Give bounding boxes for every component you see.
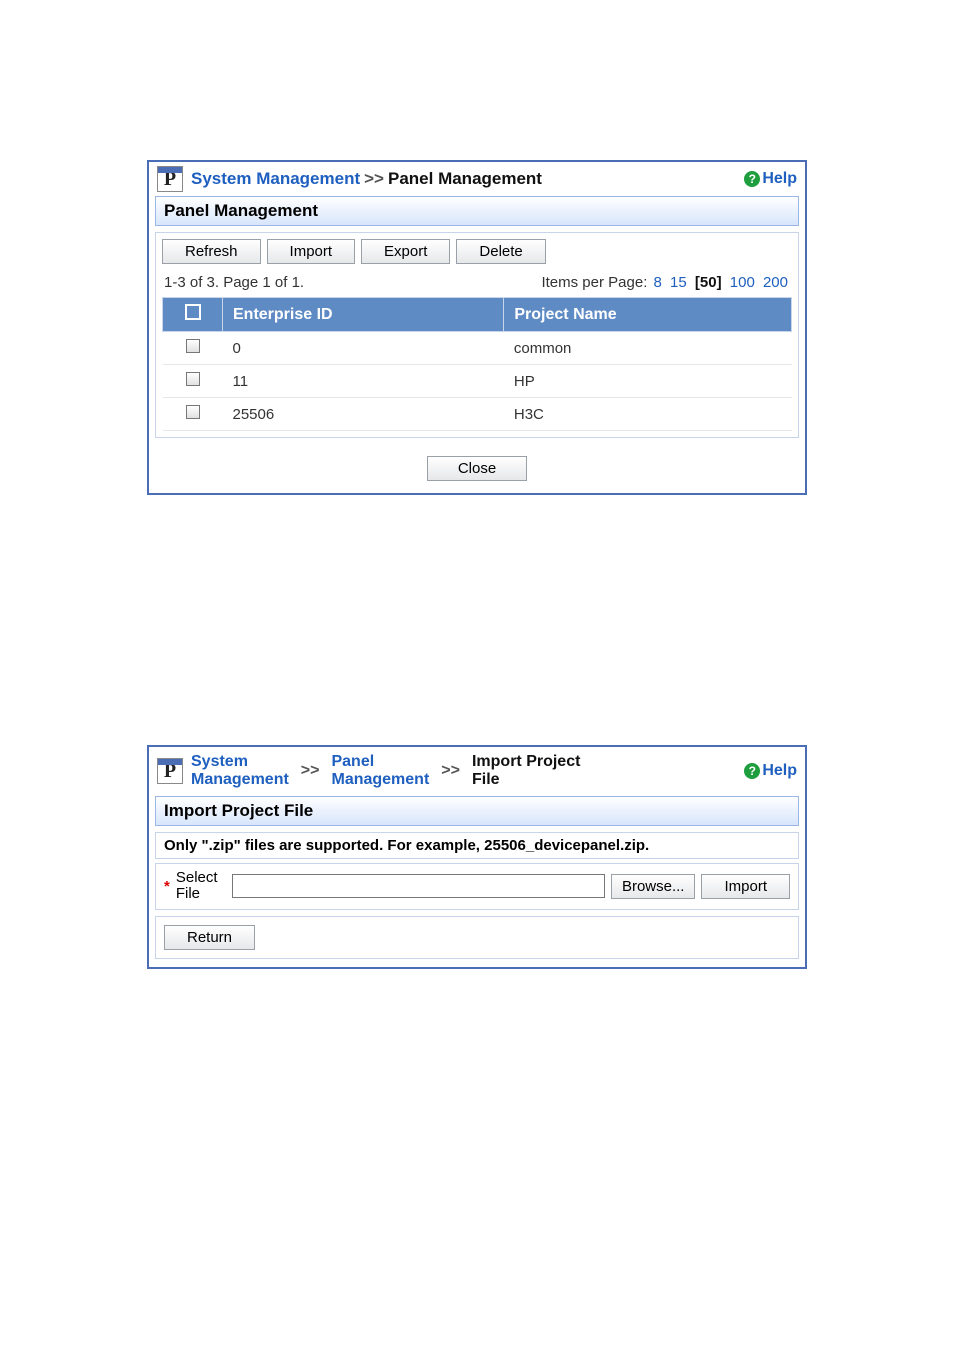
select-file-label: Select File — [176, 870, 226, 903]
ipp-option-200[interactable]: 200 — [763, 274, 788, 291]
header-enterprise-id[interactable]: Enterprise ID — [223, 298, 504, 332]
file-path-input[interactable] — [232, 874, 605, 898]
refresh-button[interactable]: Refresh — [162, 239, 261, 264]
delete-button[interactable]: Delete — [456, 239, 545, 264]
header-checkbox[interactable] — [163, 298, 223, 332]
pagination-row: 1-3 of 3. Page 1 of 1. Items per Page: 8… — [162, 272, 792, 297]
panel-management-window: P System Management >> Panel Management … — [147, 160, 807, 495]
close-row: Close — [149, 444, 805, 493]
breadcrumb-separator: >> — [301, 762, 320, 780]
section-body: Refresh Import Export Delete 1-3 of 3. P… — [155, 232, 799, 438]
browse-button[interactable]: Browse... — [611, 874, 696, 899]
ipp-option-100[interactable]: 100 — [730, 274, 755, 291]
section-title: Import Project File — [155, 796, 799, 826]
breadcrumb-separator: >> — [441, 762, 460, 780]
breadcrumb-system-management[interactable]: System Management — [191, 753, 289, 790]
return-button[interactable]: Return — [164, 925, 255, 950]
export-button[interactable]: Export — [361, 239, 450, 264]
table-row: 25506 H3C — [163, 398, 792, 431]
breadcrumb: P System Management >> Panel Management … — [149, 747, 805, 796]
row-checkbox[interactable] — [186, 405, 200, 419]
items-per-page: Items per Page: 8 15 [50] 100 200 — [541, 274, 790, 291]
panel-icon: P — [157, 166, 183, 192]
row-checkbox[interactable] — [186, 372, 200, 386]
table-row: 0 common — [163, 332, 792, 365]
select-file-row: * Select File Browse... Import — [155, 863, 799, 910]
cell-project-name: common — [504, 332, 792, 365]
import-button[interactable]: Import — [267, 239, 356, 264]
return-row: Return — [155, 916, 799, 959]
breadcrumb-system-management[interactable]: System Management — [191, 169, 360, 189]
table-row: 11 HP — [163, 365, 792, 398]
instruction-text: Only ".zip" files are supported. For exa… — [155, 832, 799, 859]
help-link[interactable]: ? Help — [744, 170, 797, 188]
import-project-file-window: P System Management >> Panel Management … — [147, 745, 807, 969]
breadcrumb-current: Import Project File — [472, 753, 580, 790]
cell-project-name: H3C — [504, 398, 792, 431]
help-label: Help — [762, 170, 797, 188]
ipp-option-8[interactable]: 8 — [654, 274, 662, 291]
import-button[interactable]: Import — [701, 874, 790, 899]
cell-enterprise-id: 25506 — [223, 398, 504, 431]
panel-icon: P — [157, 758, 183, 784]
close-button[interactable]: Close — [427, 456, 527, 481]
help-link[interactable]: ? Help — [744, 762, 797, 780]
breadcrumb-current: Panel Management — [388, 169, 542, 189]
ipp-option-50[interactable]: [50] — [695, 274, 722, 291]
section-title: Panel Management — [155, 196, 799, 226]
help-label: Help — [762, 762, 797, 780]
required-marker: * — [164, 878, 170, 895]
data-table: Enterprise ID Project Name 0 common 11 H… — [162, 297, 792, 431]
row-checkbox[interactable] — [186, 339, 200, 353]
breadcrumb-separator: >> — [364, 169, 384, 189]
toolbar: Refresh Import Export Delete — [162, 239, 792, 264]
header-project-name[interactable]: Project Name — [504, 298, 792, 332]
help-icon: ? — [744, 763, 760, 779]
ipp-option-15[interactable]: 15 — [670, 274, 687, 291]
cell-enterprise-id: 0 — [223, 332, 504, 365]
record-status: 1-3 of 3. Page 1 of 1. — [164, 274, 304, 291]
checkbox-icon — [185, 304, 201, 320]
breadcrumb: P System Management >> Panel Management … — [149, 162, 805, 196]
cell-enterprise-id: 11 — [223, 365, 504, 398]
help-icon: ? — [744, 171, 760, 187]
items-per-page-label: Items per Page: — [541, 274, 647, 291]
cell-project-name: HP — [504, 365, 792, 398]
breadcrumb-panel-management[interactable]: Panel Management — [331, 753, 429, 790]
